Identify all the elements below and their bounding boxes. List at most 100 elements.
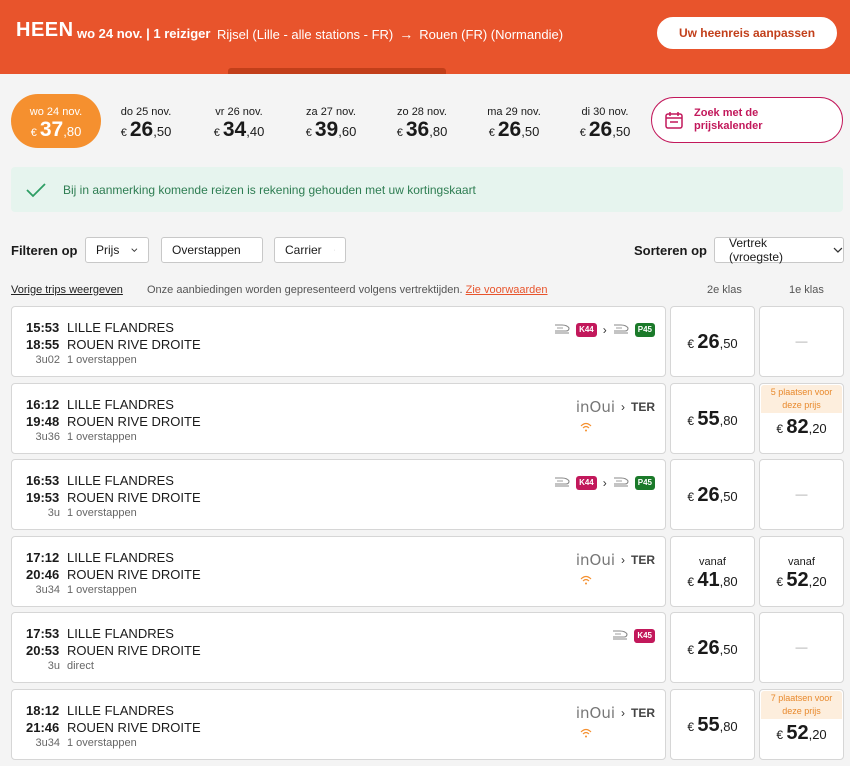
header-accent-strip (228, 68, 446, 74)
price-cents: ,20 (808, 574, 827, 589)
carrier-icons: inOui › TER (576, 704, 655, 722)
line-badge: K44 (576, 476, 597, 490)
wifi-icon (580, 728, 592, 738)
trip-changes: direct (67, 660, 94, 672)
train-icon-wrap (554, 474, 570, 492)
trip-changes: 1 overstappen (67, 584, 137, 596)
price-value: € 26,50 (671, 484, 754, 507)
date-option[interactable]: do 25 nov. € 26,50 (101, 94, 191, 148)
sort-select[interactable]: Vertrek (vroegste) (714, 236, 844, 264)
filter-transfers-dropdown[interactable]: Overstappen (161, 237, 263, 263)
price-cents: ,50 (719, 642, 738, 657)
chevron-right-icon: › (602, 323, 607, 337)
trip-changes: 1 overstappen (67, 354, 137, 366)
trip-row[interactable]: 18:12 21:46 LILLE FLANDRES ROUEN RIVE DROIT… (11, 689, 666, 760)
filter-price-dropdown[interactable]: Prijs (85, 237, 149, 263)
wifi-icon-wrap (580, 725, 592, 743)
departure-time: 15:53 (26, 320, 60, 335)
conditions-link[interactable]: Zie voorwaarden (466, 284, 548, 296)
trip-row[interactable]: 17:53 20:53 LILLE FLANDRES ROUEN RIVE DROIT… (11, 612, 666, 683)
chevron-right-icon: › (621, 553, 625, 567)
wifi-icon-wrap (580, 419, 592, 437)
previous-trips-link[interactable]: Vorige trips weergeven (11, 284, 123, 296)
train-icon (555, 477, 570, 487)
arrival-station: ROUEN RIVE DROITE (67, 337, 201, 352)
price-euros: 82 (786, 416, 809, 438)
date-option[interactable]: vr 26 nov. € 34,40 (194, 94, 284, 148)
date-option[interactable]: zo 28 nov. € 36,80 (377, 94, 467, 148)
price-second-class[interactable]: vanaf € 41,80 (670, 536, 755, 607)
arrival-station: ROUEN RIVE DROITE (67, 643, 201, 658)
inoui-logo: inOui (575, 704, 615, 722)
train-icon-wrap (554, 321, 570, 339)
date-label: za 27 nov. (306, 106, 356, 118)
price-value: € 52,20 (760, 722, 843, 745)
checkmark-icon (26, 182, 46, 197)
arrival-time: 21:46 (26, 720, 60, 735)
price-first-class[interactable]: vanaf € 52,20 (759, 536, 844, 607)
arrow-right-icon: → (399, 26, 414, 42)
price-value: € 26,50 (671, 331, 754, 354)
price-cents: ,80 (719, 413, 738, 428)
price-value: € 52,20 (760, 569, 843, 592)
trip-row[interactable]: 17:12 20:46 LILLE FLANDRES ROUEN RIVE DROIT… (11, 536, 666, 607)
departure-station: LILLE FLANDRES (67, 703, 174, 718)
seats-left-tag: 5 plaatsen voor deze prijs (761, 385, 842, 413)
trip-duration: 3u36 (35, 431, 60, 443)
arrival-time: 18:55 (26, 337, 60, 352)
date-label: do 25 nov. (120, 106, 172, 118)
train-icon-wrap (613, 321, 629, 339)
trip-row[interactable]: 16:53 19:53 LILLE FLANDRES ROUEN RIVE DROIT… (11, 459, 666, 530)
price-second-class[interactable]: € 26,50 (670, 306, 755, 377)
line-badge: P45 (634, 476, 655, 490)
date-label: zo 28 nov. (397, 106, 447, 118)
price-currency: € (687, 643, 698, 657)
inoui-logo: inOui (575, 551, 615, 569)
carrier-icons: K44 › P45 (554, 474, 655, 492)
price-currency: € (687, 575, 698, 589)
train-icon (613, 477, 629, 487)
carrier-icons: inOui › TER (576, 398, 655, 416)
route-from: Rijsel (Lille - alle stations - FR) (217, 26, 394, 42)
trip-duration: 3u34 (35, 584, 60, 596)
price-calendar-button[interactable]: Zoek met de prijskalender (651, 97, 843, 143)
price-euros: 26 (697, 331, 720, 353)
price-cents: ,80 (719, 719, 738, 734)
price-value: € 26,50 (671, 637, 754, 660)
price-cents: ,20 (808, 421, 827, 436)
second-class-header: 2e klas (707, 284, 742, 296)
carrier-icons: K44 › P45 (554, 321, 655, 339)
price-euros: 26 (697, 637, 720, 659)
date-option[interactable]: za 27 nov. € 39,60 (286, 94, 376, 148)
price-unavailable: — (795, 640, 808, 654)
price-euros: 55 (697, 408, 720, 430)
filter-label: Filteren op (11, 243, 78, 258)
route-to: Rouen (FR) (Normandie) (419, 26, 564, 42)
date-option[interactable]: di 30 nov. € 26,50 (560, 94, 650, 148)
price-cents: ,50 (719, 489, 738, 504)
price-second-class[interactable]: € 55,80 (670, 383, 755, 454)
departure-time: 18:12 (26, 703, 60, 718)
price-second-class[interactable]: € 26,50 (670, 459, 755, 530)
trip-row[interactable]: 15:53 18:55 LILLE FLANDRES ROUEN RIVE DROIT… (11, 306, 666, 377)
date-option[interactable]: wo 24 nov. € 37,80 (11, 94, 101, 148)
date-label: ma 29 nov. (487, 106, 541, 118)
arrival-station: ROUEN RIVE DROITE (67, 567, 201, 582)
date-price: € 36,80 (396, 118, 448, 141)
price-second-class[interactable]: € 26,50 (670, 612, 755, 683)
price-second-class[interactable]: € 55,80 (670, 689, 755, 760)
trip-row[interactable]: 16:12 19:48 LILLE FLANDRES ROUEN RIVE DROIT… (11, 383, 666, 454)
price-from-label: vanaf (699, 556, 726, 568)
price-calendar-label: Zoek met de prijskalender (694, 107, 763, 132)
price-euros: 55 (697, 714, 720, 736)
price-first-class[interactable]: 7 plaatsen voor deze prijs € 52,20 (759, 689, 844, 760)
edit-journey-button[interactable]: Uw heenreis aanpassen (657, 17, 837, 49)
chevron-down-icon (333, 249, 335, 251)
chevron-right-icon: › (621, 400, 625, 414)
price-currency: € (687, 490, 698, 504)
date-option[interactable]: ma 29 nov. € 26,50 (469, 94, 559, 148)
filter-carrier-dropdown[interactable]: Carrier (274, 237, 346, 263)
price-first-class[interactable]: 5 plaatsen voor deze prijs € 82,20 (759, 383, 844, 454)
chevron-right-icon: › (602, 476, 607, 490)
price-unavailable: — (795, 334, 808, 348)
